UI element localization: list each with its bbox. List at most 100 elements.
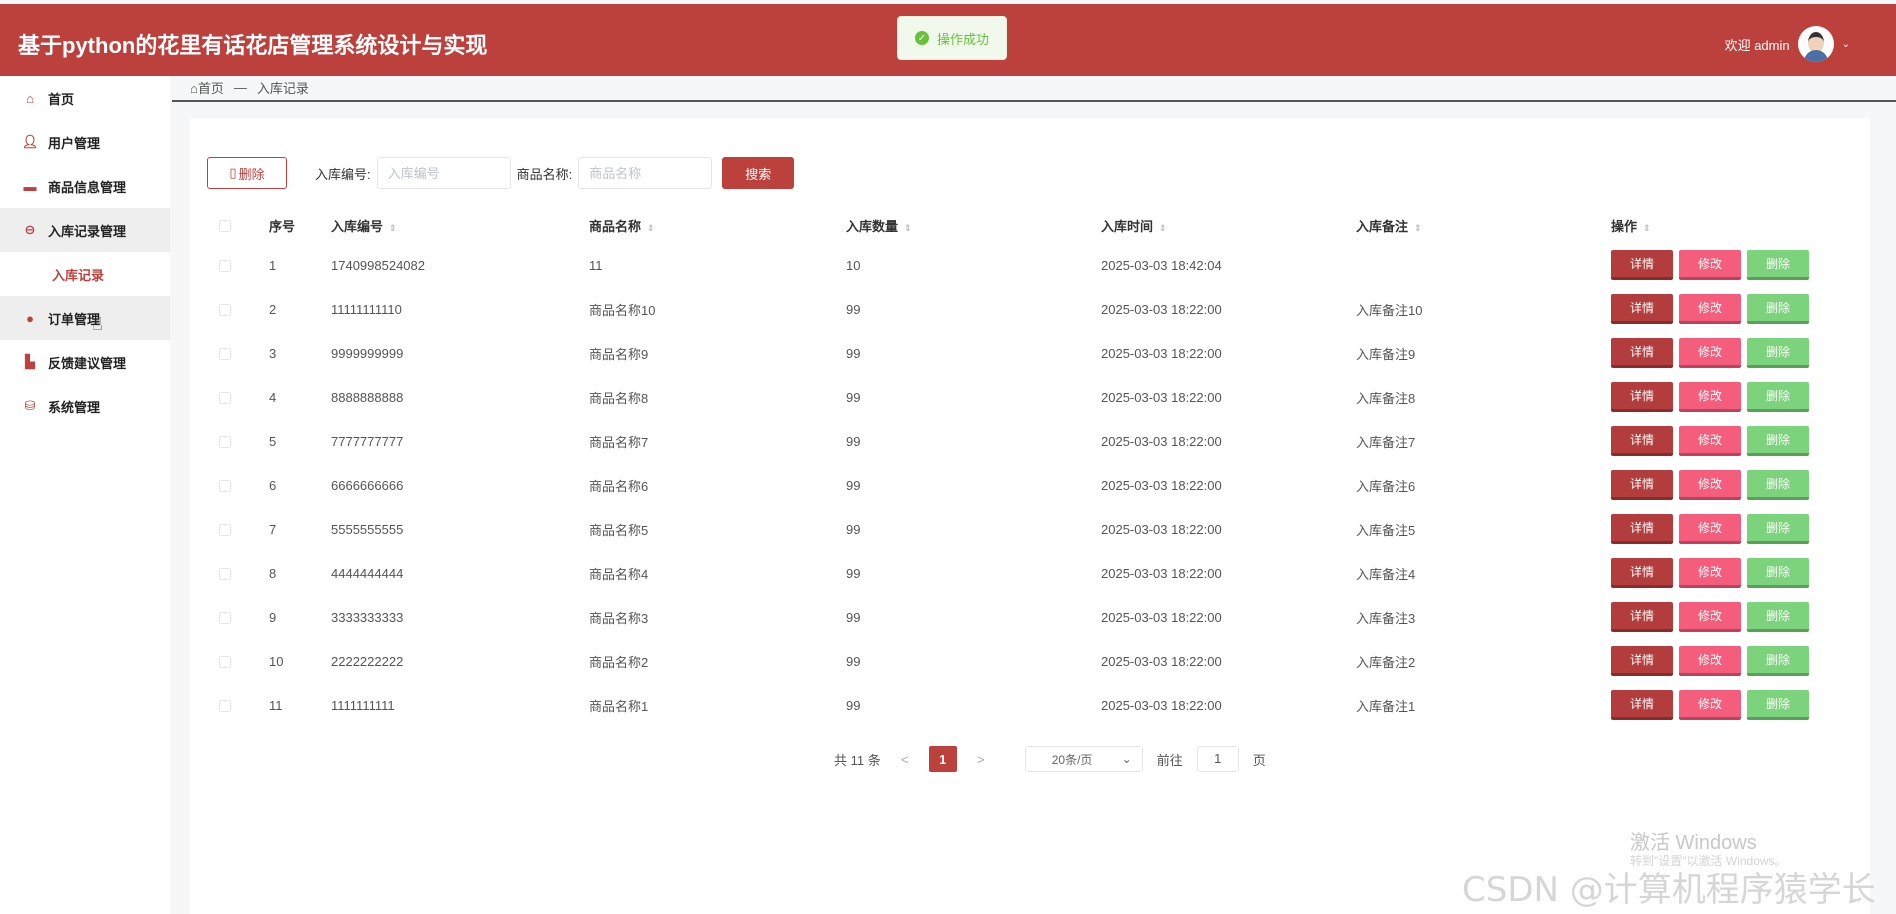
sidebar-item-home[interactable]: ⌂ 首页: [0, 76, 170, 120]
row-checkbox[interactable]: [219, 568, 231, 581]
table-cell: 5555555555: [331, 521, 404, 537]
page-size-select[interactable]: 20条/页 ⌄: [1024, 746, 1143, 772]
table-cell: 2025-03-03 18:42:04: [1101, 257, 1222, 273]
detail-button[interactable]: 详情: [1611, 250, 1673, 280]
delete-button[interactable]: 删除: [1747, 690, 1809, 720]
table-cell: 入库备注3: [1356, 610, 1416, 626]
delete-button[interactable]: 删除: [1747, 426, 1809, 456]
select-all-checkbox[interactable]: [219, 220, 231, 233]
user-menu[interactable]: 欢迎 admin ⌄: [1725, 26, 1850, 62]
sidebar-item-products[interactable]: ▬ 商品信息管理: [0, 164, 170, 208]
detail-button[interactable]: 详情: [1611, 602, 1673, 632]
table-cell: 商品名称10: [589, 302, 656, 318]
name-input[interactable]: [578, 157, 713, 189]
chevron-down-icon[interactable]: ⌄: [1842, 39, 1850, 50]
row-checkbox[interactable]: [219, 480, 231, 493]
page-number[interactable]: 1: [928, 746, 957, 772]
edit-button[interactable]: 修改: [1679, 294, 1741, 324]
row-checkbox[interactable]: [219, 260, 231, 273]
column-header[interactable]: 入库数量 ⇕: [834, 207, 1089, 243]
row-checkbox[interactable]: [219, 392, 231, 405]
table-cell: 2025-03-03 18:22:00: [1101, 565, 1222, 581]
sidebar-item-feedback[interactable]: ▙ 反馈建议管理: [0, 340, 170, 384]
column-header[interactable]: 入库时间 ⇕: [1089, 207, 1344, 243]
detail-button[interactable]: 详情: [1611, 294, 1673, 324]
delete-button[interactable]: 删除: [1747, 558, 1809, 588]
column-header[interactable]: 操作 ⇕: [1599, 207, 1857, 243]
edit-button[interactable]: 修改: [1679, 646, 1741, 676]
column-header[interactable]: 入库编号 ⇕: [319, 207, 577, 243]
box-icon: ▬: [23, 178, 37, 194]
table-cell: 1: [269, 257, 277, 273]
sidebar-item-orders[interactable]: ● 订单管理 ☝: [0, 296, 170, 340]
edit-button[interactable]: 修改: [1679, 382, 1741, 412]
name-label: 商品名称:: [516, 166, 573, 182]
column-header: 序号: [269, 218, 296, 234]
delete-button[interactable]: 删除: [1747, 382, 1809, 412]
sidebar-item-stock-in[interactable]: ⊖ 入库记录管理: [0, 208, 170, 252]
edit-button[interactable]: 修改: [1679, 250, 1741, 280]
edit-button[interactable]: 修改: [1679, 514, 1741, 544]
row-checkbox[interactable]: [219, 436, 231, 449]
sidebar-item-system[interactable]: ⛁ 系统管理: [0, 384, 170, 428]
edit-button[interactable]: 修改: [1679, 470, 1741, 500]
table-cell: 8888888888: [331, 389, 404, 405]
row-checkbox[interactable]: [219, 612, 231, 625]
table-cell: 商品名称9: [589, 346, 649, 362]
next-page-button[interactable]: >: [971, 752, 991, 767]
row-checkbox[interactable]: [219, 656, 231, 669]
row-checkbox[interactable]: [219, 304, 231, 317]
column-header[interactable]: 入库备注 ⇕: [1344, 207, 1599, 243]
chevron-down-icon: ⌄: [1121, 752, 1132, 766]
row-checkbox[interactable]: [219, 524, 231, 537]
detail-button[interactable]: 详情: [1611, 514, 1673, 544]
prev-page-button[interactable]: <: [895, 752, 915, 767]
detail-button[interactable]: 详情: [1611, 338, 1673, 368]
search-button[interactable]: 搜索: [722, 157, 795, 189]
avatar[interactable]: [1797, 26, 1834, 62]
column-header[interactable]: 商品名称 ⇕: [577, 207, 834, 243]
delete-button[interactable]: 删除: [1747, 294, 1809, 324]
batch-delete-button[interactable]: ▯ 删除: [207, 157, 287, 189]
edit-button[interactable]: 修改: [1679, 558, 1741, 588]
delete-button[interactable]: 删除: [1747, 338, 1809, 368]
feedback-icon: ▙: [25, 354, 35, 369]
row-checkbox[interactable]: [219, 700, 231, 713]
delete-button[interactable]: 删除: [1747, 646, 1809, 676]
detail-button[interactable]: 详情: [1611, 690, 1673, 720]
table-cell: 99: [846, 389, 861, 405]
delete-button[interactable]: 删除: [1747, 514, 1809, 544]
code-input[interactable]: [376, 157, 511, 189]
detail-button[interactable]: 详情: [1611, 426, 1673, 456]
table-cell: 99: [846, 433, 861, 449]
edit-button[interactable]: 修改: [1679, 690, 1741, 720]
goto-page-input[interactable]: 1: [1196, 746, 1239, 772]
table-cell: 7777777777: [331, 433, 404, 449]
table-cell: 6: [269, 477, 277, 493]
edit-button[interactable]: 修改: [1679, 426, 1741, 456]
sidebar-item-users[interactable]: 👤︎ 用户管理: [0, 120, 170, 164]
table-row: 8 4444444444 商品名称4 99 2025-03-03 18:22:00 入库备…: [207, 551, 1857, 595]
detail-button[interactable]: 详情: [1611, 558, 1673, 588]
table-cell: 商品名称8: [589, 390, 649, 406]
delete-button[interactable]: 删除: [1747, 470, 1809, 500]
table-cell: 99: [846, 521, 861, 537]
table-cell: 2025-03-03 18:22:00: [1101, 301, 1222, 317]
table-cell: 2025-03-03 18:22:00: [1101, 433, 1222, 449]
edit-button[interactable]: 修改: [1679, 602, 1741, 632]
delete-button[interactable]: 删除: [1747, 250, 1809, 280]
welcome-text: 欢迎 admin: [1724, 37, 1790, 53]
sidebar-subitem-stock-in-records[interactable]: 入库记录: [0, 252, 170, 296]
table-cell: 11: [589, 257, 603, 273]
table-cell: 入库备注8: [1356, 390, 1416, 406]
edit-button[interactable]: 修改: [1679, 338, 1741, 368]
row-checkbox[interactable]: [219, 348, 231, 361]
table-cell: 商品名称6: [589, 478, 649, 494]
detail-button[interactable]: 详情: [1611, 470, 1673, 500]
detail-button[interactable]: 详情: [1611, 382, 1673, 412]
table-cell: 入库备注1: [1356, 698, 1416, 714]
breadcrumb-home[interactable]: ⌂首页: [190, 78, 224, 97]
delete-button[interactable]: 删除: [1747, 602, 1809, 632]
detail-button[interactable]: 详情: [1611, 646, 1673, 676]
sort-icon: ⇕: [1159, 222, 1167, 233]
